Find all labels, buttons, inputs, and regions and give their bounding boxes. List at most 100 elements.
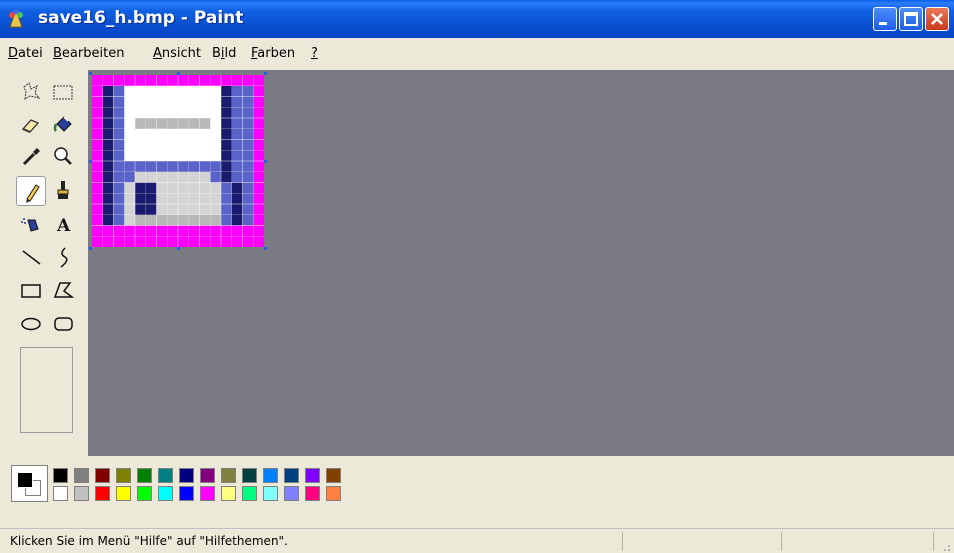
rectangle-icon	[21, 284, 41, 298]
palette-swatch[interactable]	[179, 486, 194, 501]
airbrush-icon	[21, 218, 39, 232]
status-divider	[781, 532, 782, 551]
palette-swatch[interactable]	[137, 486, 152, 501]
eyedropper-icon	[22, 148, 40, 166]
menu-farben[interactable]: Farben	[251, 46, 295, 61]
palette-swatch[interactable]	[284, 486, 299, 501]
menu-bearbeiten[interactable]: Bearbeiten	[53, 46, 124, 61]
toolbox: A	[9, 72, 86, 454]
maximize-icon	[904, 12, 918, 26]
resize-handle-bottom-right[interactable]	[264, 247, 267, 250]
status-divider	[933, 532, 934, 551]
palette-swatch[interactable]	[284, 468, 299, 483]
image-canvas[interactable]	[92, 75, 264, 251]
palette-swatch[interactable]	[158, 468, 173, 483]
color-palette-bar	[0, 456, 954, 528]
resize-grip-icon[interactable]	[938, 539, 952, 553]
palette-swatch[interactable]	[74, 468, 89, 483]
svg-text:A: A	[56, 216, 71, 236]
resize-handle-right[interactable]	[264, 160, 267, 163]
palette-swatch[interactable]	[242, 468, 257, 483]
tool-magnifier[interactable]	[48, 141, 78, 171]
tool-rect-select[interactable]	[48, 77, 78, 107]
tool-brush[interactable]	[48, 176, 78, 206]
free-select-icon	[23, 82, 41, 100]
tool-rounded-rectangle[interactable]	[48, 308, 78, 338]
tool-pencil[interactable]	[16, 176, 46, 206]
paint-app-icon	[9, 9, 23, 28]
status-bar: Klicken Sie im Menü "Hilfe" auf "Hilfeth…	[0, 528, 954, 553]
status-text: Klicken Sie im Menü "Hilfe" auf "Hilfeth…	[10, 534, 288, 548]
title-bar[interactable]: save16_h.bmp - Paint	[0, 0, 954, 38]
palette-swatch[interactable]	[221, 468, 236, 483]
menu-ansicht[interactable]: Ansicht	[153, 46, 201, 61]
window-title: save16_h.bmp - Paint	[38, 8, 244, 28]
palette-swatch[interactable]	[158, 486, 173, 501]
tool-fill[interactable]	[48, 109, 78, 139]
status-divider	[622, 532, 623, 551]
tool-ellipse[interactable]	[16, 308, 46, 338]
foreground-color-swatch	[17, 472, 33, 488]
close-button[interactable]	[925, 7, 949, 31]
tool-eraser[interactable]	[16, 109, 46, 139]
palette-swatch[interactable]	[116, 486, 131, 501]
palette-swatch[interactable]	[95, 468, 110, 483]
palette-swatch[interactable]	[305, 486, 320, 501]
palette-swatch[interactable]	[263, 468, 278, 483]
palette-swatch[interactable]	[53, 468, 68, 483]
palette-swatch[interactable]	[200, 468, 215, 483]
palette-swatch[interactable]	[53, 486, 68, 501]
tool-options-box[interactable]	[20, 347, 73, 433]
tool-text[interactable]: A	[48, 209, 78, 239]
minimize-icon	[879, 22, 887, 25]
palette-swatch[interactable]	[326, 486, 341, 501]
tool-free-select[interactable]	[16, 77, 46, 107]
brush-icon	[57, 181, 69, 199]
ellipse-icon	[21, 317, 41, 331]
palette-swatch[interactable]	[326, 468, 341, 483]
palette-swatch[interactable]	[221, 486, 236, 501]
floppy-disk-image	[92, 75, 264, 247]
menu-datei[interactable]: Datei	[8, 46, 43, 61]
palette-swatch[interactable]	[116, 468, 131, 483]
tool-line[interactable]	[16, 242, 46, 272]
tool-airbrush[interactable]	[16, 209, 46, 239]
resize-handle-left	[89, 160, 92, 163]
menu-help[interactable]: ?	[311, 46, 318, 61]
tool-curve[interactable]	[48, 242, 78, 272]
tool-rectangle[interactable]	[16, 275, 46, 305]
eraser-icon	[21, 119, 40, 133]
magnifier-icon	[54, 147, 72, 165]
line-icon	[22, 250, 41, 265]
curve-icon	[60, 247, 68, 268]
palette-swatch[interactable]	[179, 468, 194, 483]
fill-bucket-icon	[53, 116, 72, 132]
maximize-button[interactable]	[899, 7, 923, 31]
resize-handle-top-left	[89, 72, 92, 75]
rounded-rectangle-icon	[54, 317, 73, 331]
palette-swatch[interactable]	[242, 486, 257, 501]
palette-swatch[interactable]	[74, 486, 89, 501]
tool-pick-color[interactable]	[16, 141, 46, 171]
tool-polygon[interactable]	[48, 275, 78, 305]
canvas-workspace[interactable]	[88, 70, 954, 456]
palette-swatch[interactable]	[200, 486, 215, 501]
rect-select-icon	[53, 85, 73, 100]
palette-swatch[interactable]	[137, 468, 152, 483]
palette-swatch[interactable]	[305, 468, 320, 483]
resize-handle-top	[177, 72, 180, 75]
palette-swatch[interactable]	[95, 486, 110, 501]
text-icon: A	[56, 216, 71, 236]
pencil-icon	[26, 184, 40, 203]
current-colors[interactable]	[11, 465, 48, 502]
menu-bar: Datei Bearbeiten Ansicht Bild Farben ?	[0, 38, 954, 70]
resize-handle-bottom-left	[89, 247, 92, 250]
minimize-button[interactable]	[873, 7, 897, 31]
paint-window: save16_h.bmp - Paint Datei Bearbeiten An…	[0, 0, 954, 553]
polygon-icon	[53, 282, 75, 298]
close-icon	[931, 13, 943, 25]
resize-handle-top-right	[264, 72, 267, 75]
resize-handle-bottom[interactable]	[177, 247, 180, 250]
menu-bild[interactable]: Bild	[212, 46, 236, 61]
palette-swatch[interactable]	[263, 486, 278, 501]
